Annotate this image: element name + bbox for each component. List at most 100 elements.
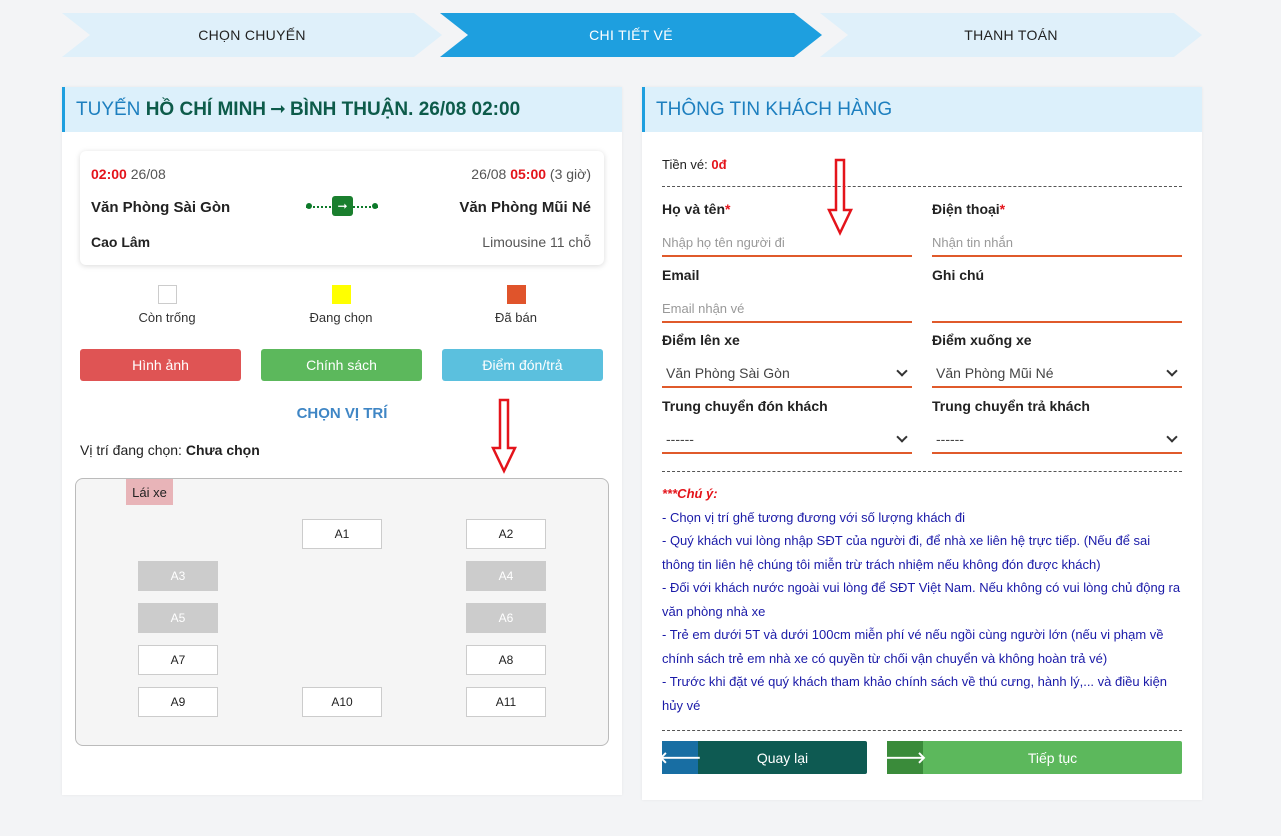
divider — [662, 471, 1182, 472]
note-label: Ghi chú — [932, 267, 985, 283]
dropoff-label: Điểm xuống xe — [932, 332, 1032, 348]
legend-label: Đã bán — [495, 310, 537, 325]
step-choose-trip[interactable]: CHỌN CHUYẾN — [62, 13, 442, 57]
current-seat-value: Chưa chọn — [185, 442, 260, 458]
seat-a9[interactable]: A9 — [138, 687, 218, 717]
transfer-pickup-field: Trung chuyển đón khách ------ — [662, 398, 912, 454]
divider — [662, 730, 1182, 731]
route-datetime: . 26/08 02:00 — [408, 98, 521, 120]
annotation-arrow-icon — [491, 398, 517, 474]
required-mark: * — [999, 201, 1006, 217]
images-button[interactable]: Hình ảnh — [80, 349, 241, 381]
policy-button[interactable]: Chính sách — [261, 349, 422, 381]
trip-panel: TUYẾN HỒ CHÍ MINH ➞ BÌNH THUẬN. 26/08 02:0… — [62, 87, 622, 795]
step-ticket-details[interactable]: CHI TIẾT VÉ — [440, 13, 822, 57]
next-label: Tiếp tục — [1027, 749, 1078, 766]
arrive-info: 26/08 05:00 (3 giờ) — [471, 166, 591, 182]
seat-a7[interactable]: A7 — [138, 645, 218, 675]
trip-card: 02:00 26/08 26/08 05:00 (3 giờ) Văn Phòn… — [80, 151, 604, 265]
price-label: Tiền vé: — [662, 157, 712, 172]
ticket-price: Tiền vé: 0đ — [662, 157, 727, 172]
seat-a1[interactable]: A1 — [302, 519, 382, 549]
pickup-value: Văn Phòng Sài Gòn — [666, 365, 790, 381]
note-line: - Trẻ em dưới 5T và dưới 100cm miễn phí … — [662, 627, 1164, 666]
next-button[interactable]: 🡒 Tiếp tục — [884, 741, 1182, 774]
transfer-dropoff-label: Trung chuyển trả khách — [932, 398, 1090, 414]
transfer-dropoff-select[interactable]: ------ — [932, 426, 1182, 454]
route-arrow-icon: ➞ — [270, 99, 286, 120]
depart-time: 02:00 — [91, 166, 127, 182]
arrow-right-icon: 🡒 — [884, 741, 926, 774]
email-label: Email — [662, 267, 700, 283]
route-header: TUYẾN HỒ CHÍ MINH ➞ BÌNH THUẬN. 26/08 02:0… — [62, 87, 622, 132]
trip-duration: (3 giờ) — [549, 166, 591, 182]
seat-map: Lái xe A1 A2 A3 A4 A5 A6 A7 A8 A9 A10 A1… — [75, 478, 609, 746]
seat-a8[interactable]: A8 — [466, 645, 546, 675]
note-line: - Trước khi đặt vé quý khách tham khảo c… — [662, 674, 1168, 713]
email-input[interactable]: Email nhận vé — [662, 295, 912, 323]
pickup-label: Điểm lên xe — [662, 332, 740, 348]
chevron-down-icon — [1166, 431, 1178, 443]
transfer-pickup-value: ------ — [666, 431, 694, 447]
seat-a10[interactable]: A10 — [302, 687, 382, 717]
from-office: Văn Phòng Sài Gòn — [91, 199, 231, 216]
bus-icon: ➞ — [332, 196, 353, 216]
seat-a5: A5 — [138, 603, 218, 633]
arrow-left-icon: 🡐 — [659, 741, 701, 774]
legend-available: Còn trống — [107, 285, 227, 325]
name-input[interactable]: Nhập họ tên người đi — [662, 229, 912, 257]
note-line: - Đối với khách nước ngoài vui lòng để S… — [662, 580, 1181, 619]
route-line: ➞ — [306, 196, 378, 216]
driver-seat: Lái xe — [126, 479, 173, 505]
legend-swatch-selecting — [331, 285, 351, 304]
seat-a3: A3 — [138, 561, 218, 591]
seat-a6: A6 — [466, 603, 546, 633]
pickup-select[interactable]: Văn Phòng Sài Gòn — [662, 360, 912, 388]
note-line: - Quý khách vui lòng nhập SĐT của người … — [662, 533, 1151, 572]
chevron-down-icon — [896, 365, 908, 377]
seat-a2[interactable]: A2 — [466, 519, 546, 549]
seat-a11[interactable]: A11 — [466, 687, 546, 717]
transfer-dropoff-field: Trung chuyển trả khách ------ — [932, 398, 1182, 454]
arrive-date: 26/08 — [471, 166, 507, 182]
back-label: Quay lại — [756, 749, 809, 766]
phone-field: Điện thoại* Nhận tin nhắn — [932, 201, 1182, 257]
transfer-pickup-select[interactable]: ------ — [662, 426, 912, 454]
phone-input[interactable]: Nhận tin nhắn — [932, 229, 1182, 257]
arrive-time: 05:00 — [510, 166, 547, 182]
route-to: BÌNH THUẬN — [289, 98, 409, 120]
route-from: HỒ CHÍ MINH — [145, 98, 267, 120]
transfer-dropoff-value: ------ — [936, 431, 964, 447]
customer-header: THÔNG TIN KHÁCH HÀNG — [642, 87, 1202, 132]
notes-title: ***Chú ý: — [662, 486, 718, 501]
seat-a4: A4 — [466, 561, 546, 591]
dropoff-value: Văn Phòng Mũi Né — [936, 365, 1054, 381]
step-payment[interactable]: THANH TOÁN — [820, 13, 1202, 57]
legend-swatch-available — [157, 285, 177, 304]
phone-label: Điện thoại — [932, 201, 1000, 217]
legend-label: Đang chọn — [309, 310, 373, 325]
divider — [662, 186, 1182, 187]
to-office: Văn Phòng Mũi Né — [459, 199, 591, 216]
price-value: 0đ — [711, 157, 727, 172]
transfer-pickup-label: Trung chuyển đón khách — [662, 398, 828, 414]
legend-swatch-sold — [506, 285, 526, 304]
route-prefix: TUYẾN — [76, 98, 141, 120]
pickup-points-button[interactable]: Điểm đón/trả — [442, 349, 603, 381]
progress-steps: CHỌN CHUYẾN CHI TIẾT VÉ THANH TOÁN — [62, 13, 1202, 57]
note-field: Ghi chú — [932, 267, 1182, 323]
note-line: - Chọn vị trí ghế tương đương với số lượ… — [662, 509, 966, 525]
required-mark: * — [725, 201, 731, 217]
annotation-arrow-icon — [827, 158, 853, 236]
legend-selecting: Đang chọn — [281, 285, 401, 325]
back-button[interactable]: 🡐 Quay lại — [659, 741, 867, 774]
chevron-down-icon — [896, 431, 908, 443]
depart-date: 26/08 — [130, 166, 166, 182]
note-input[interactable] — [932, 295, 1182, 323]
current-seat: Vị trí đang chọn: Chưa chọn — [80, 442, 260, 458]
chevron-down-icon — [1166, 365, 1178, 377]
legend-label: Còn trống — [138, 310, 196, 325]
pickup-field: Điểm lên xe Văn Phòng Sài Gòn — [662, 332, 912, 388]
dropoff-field: Điểm xuống xe Văn Phòng Mũi Né — [932, 332, 1182, 388]
dropoff-select[interactable]: Văn Phòng Mũi Né — [932, 360, 1182, 388]
